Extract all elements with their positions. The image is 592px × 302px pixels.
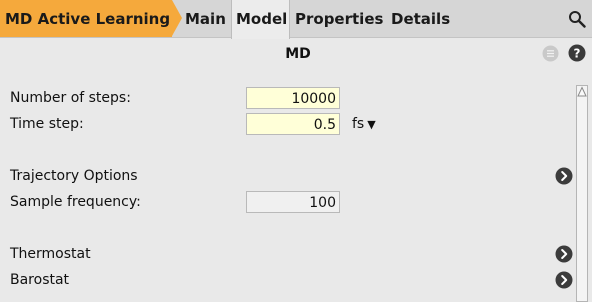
panel-title: MD	[285, 46, 311, 62]
search-icon[interactable]	[568, 10, 586, 28]
time-unit-value: fs	[352, 116, 365, 132]
chevron-right-icon[interactable]	[555, 245, 573, 263]
scroll-up-icon[interactable]	[577, 86, 587, 98]
menu-icon[interactable]	[542, 45, 559, 62]
tab-main[interactable]: Main	[185, 0, 226, 37]
time-step-label: Time step:	[10, 116, 84, 132]
breadcrumb-arrow	[172, 0, 182, 36]
tab-bar: MD Active Learning Main Model Properties…	[0, 0, 592, 39]
sample-frequency-label: Sample frequency:	[10, 194, 141, 210]
num-steps-label: Number of steps:	[10, 90, 131, 106]
chevron-right-icon[interactable]	[555, 271, 573, 289]
tab-details[interactable]: Details	[391, 0, 450, 37]
tab-model[interactable]: Model	[231, 0, 290, 39]
trajectory-options-label[interactable]: Trajectory Options	[10, 168, 138, 184]
time-unit-select[interactable]: fs ▼	[352, 116, 376, 132]
time-step-field[interactable]	[246, 113, 340, 135]
chevron-right-icon[interactable]	[555, 167, 573, 185]
barostat-label[interactable]: Barostat	[10, 272, 69, 288]
vertical-scrollbar[interactable]	[576, 85, 588, 302]
sample-frequency-field[interactable]	[246, 191, 340, 213]
breadcrumb[interactable]: MD Active Learning	[0, 0, 172, 37]
num-steps-field[interactable]	[246, 87, 340, 109]
chevron-down-icon: ▼	[367, 118, 376, 131]
tab-properties[interactable]: Properties	[295, 0, 383, 37]
help-icon[interactable]: ?	[568, 44, 586, 62]
svg-text:?: ?	[574, 47, 581, 61]
thermostat-label[interactable]: Thermostat	[10, 246, 91, 262]
